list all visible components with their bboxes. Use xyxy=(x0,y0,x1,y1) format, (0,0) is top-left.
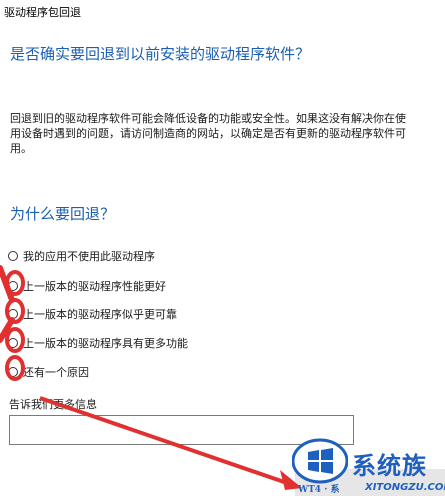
reason-label: 上一版本的驱动程序似乎更可靠 xyxy=(23,308,177,321)
watermark-url: XITONGZU.COM xyxy=(365,482,445,493)
radio-button[interactable] xyxy=(8,251,18,261)
rollback-description: 回退到旧的驱动程序软件可能会降低设备的功能或安全性。如果这没有解决你在使用设备时… xyxy=(10,112,406,155)
reason-option-more-reliable[interactable]: 上一版本的驱动程序似乎更可靠 xyxy=(8,306,177,322)
reason-label: 上一版本的驱动程序具有更多功能 xyxy=(23,337,188,350)
radio-button[interactable] xyxy=(8,309,18,319)
radio-button[interactable] xyxy=(8,281,18,291)
window-title: 驱动程序包回退 xyxy=(4,6,81,19)
reason-label: 还有一个原因 xyxy=(23,366,89,379)
rollback-question-heading: 是否确实要回退到以前安装的驱动程序软件？ xyxy=(10,45,311,63)
reason-option-more-features[interactable]: 上一版本的驱动程序具有更多功能 xyxy=(8,335,188,351)
watermark-brand: 系统族 xyxy=(352,452,427,480)
radio-button[interactable] xyxy=(8,338,18,348)
reason-option-other[interactable]: 还有一个原因 xyxy=(8,364,89,380)
radio-button[interactable] xyxy=(8,367,18,377)
reason-option-better-performance[interactable]: 上一版本的驱动程序性能更好 xyxy=(8,278,166,294)
reason-label: 我的应用不使用此驱动程序 xyxy=(23,250,155,263)
watermark-caption: WT4 · 系 xyxy=(298,485,340,495)
reason-label: 上一版本的驱动程序性能更好 xyxy=(23,280,166,293)
reasons-heading: 为什么要回退？ xyxy=(10,205,116,223)
reason-option-app-not-using[interactable]: 我的应用不使用此驱动程序 xyxy=(8,248,155,264)
more-info-label: 告诉我们更多信息 xyxy=(9,398,97,411)
windows-logo-icon xyxy=(292,438,348,484)
